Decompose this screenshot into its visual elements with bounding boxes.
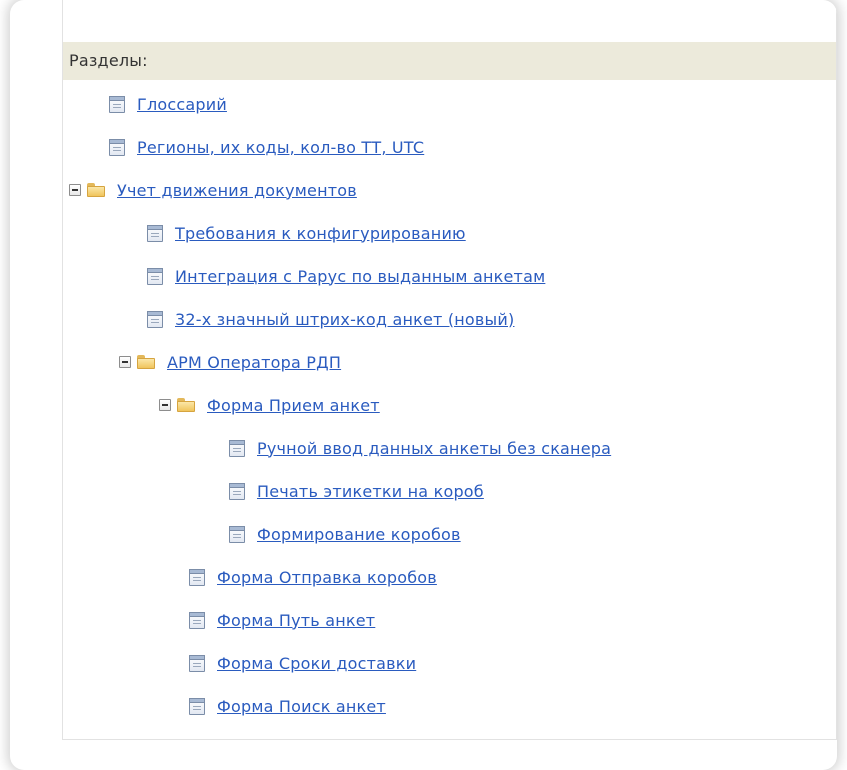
tree-item-link[interactable]: Ручной ввод данных анкеты без сканера bbox=[257, 439, 611, 458]
document-icon bbox=[229, 439, 245, 457]
tree-item-delivery-terms[interactable]: Форма Сроки доставки bbox=[189, 645, 416, 681]
document-icon bbox=[189, 611, 205, 629]
tree-item-form-search[interactable]: Форма Поиск анкет bbox=[189, 688, 386, 724]
folder-open-icon bbox=[137, 355, 155, 369]
collapse-toggle-icon[interactable] bbox=[69, 184, 81, 196]
tree-folder-intake-form[interactable]: Форма Прием анкет bbox=[159, 387, 380, 423]
tree-item-manual-entry[interactable]: Ручной ввод данных анкеты без сканера bbox=[229, 430, 611, 466]
window-frame: Разделы: Глоссарий Регионы, их коды, кол… bbox=[10, 0, 837, 770]
tree-item-link[interactable]: Регионы, их коды, кол-во ТТ, UTC bbox=[137, 138, 424, 157]
tree-item-link[interactable]: Глоссарий bbox=[137, 95, 227, 114]
tree-folder-operator-workstation[interactable]: АРМ Оператора РДП bbox=[119, 344, 341, 380]
tree-item-rarus-integration[interactable]: Интеграция с Рарус по выданным анкетам bbox=[147, 258, 545, 294]
tree-item-link[interactable]: Формирование коробов bbox=[257, 525, 461, 544]
tree-item-form-path[interactable]: Форма Путь анкет bbox=[189, 602, 375, 638]
document-icon bbox=[229, 482, 245, 500]
tree-item-link[interactable]: Форма Отправка коробов bbox=[217, 568, 437, 587]
folder-open-icon bbox=[87, 183, 105, 197]
folder-open-icon bbox=[177, 398, 195, 412]
tree-item-link[interactable]: Форма Сроки доставки bbox=[217, 654, 416, 673]
document-icon bbox=[189, 568, 205, 586]
tree-item-box-forming[interactable]: Формирование коробов bbox=[229, 516, 461, 552]
tree-item-link[interactable]: Требования к конфигурированию bbox=[175, 224, 466, 243]
document-icon bbox=[147, 310, 163, 328]
document-icon bbox=[229, 525, 245, 543]
document-icon bbox=[147, 224, 163, 242]
document-icon bbox=[109, 138, 125, 156]
tree-item-link[interactable]: Учет движения документов bbox=[117, 181, 357, 200]
tree-folder-document-flow[interactable]: Учет движения документов bbox=[69, 172, 357, 208]
tree-item-config-requirements[interactable]: Требования к конфигурированию bbox=[147, 215, 466, 251]
tree-item-link[interactable]: 32-х значный штрих-код анкет (новый) bbox=[175, 310, 514, 329]
tree-item-glossary[interactable]: Глоссарий bbox=[109, 86, 227, 122]
panel-header: Разделы: bbox=[63, 42, 836, 80]
tree-item-barcode[interactable]: 32-х значный штрих-код анкет (новый) bbox=[147, 301, 514, 337]
tree-item-link[interactable]: Форма Прием анкет bbox=[207, 396, 380, 415]
tree-item-link[interactable]: Форма Путь анкет bbox=[217, 611, 375, 630]
collapse-toggle-icon[interactable] bbox=[119, 356, 131, 368]
tree-item-box-sending[interactable]: Форма Отправка коробов bbox=[189, 559, 437, 595]
tree-item-link[interactable]: АРМ Оператора РДП bbox=[167, 353, 341, 372]
sections-panel: Разделы: Глоссарий Регионы, их коды, кол… bbox=[62, 0, 837, 740]
tree-item-link[interactable]: Форма Поиск анкет bbox=[217, 697, 386, 716]
document-icon bbox=[189, 654, 205, 672]
tree-item-link[interactable]: Интеграция с Рарус по выданным анкетам bbox=[175, 267, 545, 286]
tree-item-print-label[interactable]: Печать этикетки на короб bbox=[229, 473, 484, 509]
collapse-toggle-icon[interactable] bbox=[159, 399, 171, 411]
document-icon bbox=[147, 267, 163, 285]
document-icon bbox=[109, 95, 125, 113]
tree-item-regions[interactable]: Регионы, их коды, кол-во ТТ, UTC bbox=[109, 129, 424, 165]
document-icon bbox=[189, 697, 205, 715]
tree-item-link[interactable]: Печать этикетки на короб bbox=[257, 482, 484, 501]
